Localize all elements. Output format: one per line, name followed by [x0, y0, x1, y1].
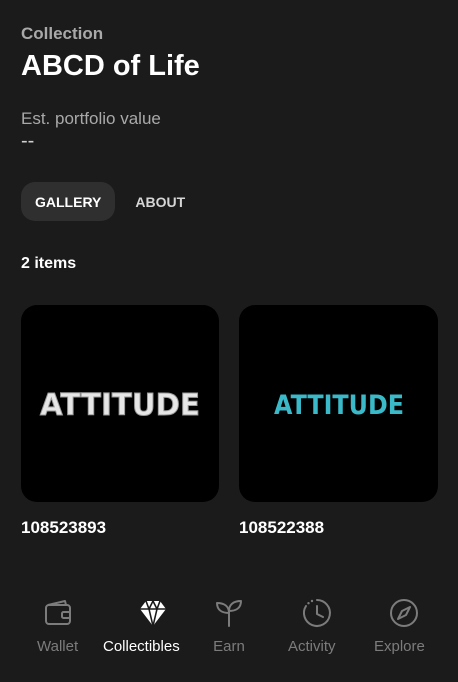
- nav-label-activity: Activity: [288, 638, 336, 655]
- attitude-artwork-white: ATTITUDE: [40, 387, 201, 423]
- nav-explore[interactable]: Explore: [374, 596, 425, 655]
- nav-label-wallet: Wallet: [37, 638, 79, 655]
- bottom-navigation: Wallet Collectibles Earn Activity Explor…: [0, 596, 458, 682]
- tab-about[interactable]: ABOUT: [121, 182, 199, 221]
- portfolio-value-label: Est. portfolio value: [21, 109, 161, 128]
- nav-wallet[interactable]: Wallet: [37, 596, 78, 655]
- tab-gallery[interactable]: GALLERY: [21, 182, 116, 221]
- nav-activity[interactable]: Activity: [288, 596, 336, 655]
- svg-text:ATTITUDE: ATTITUDE: [40, 388, 200, 423]
- collectible-name: 108522388: [239, 518, 325, 537]
- collection-title: ABCD of Life: [21, 50, 200, 82]
- nav-label-earn: Earn: [213, 638, 245, 655]
- sprout-icon: [216, 600, 242, 627]
- collection-tabs: GALLERY ABOUT: [21, 182, 199, 221]
- collectible-card[interactable]: ATTITUDE 108522388: [239, 305, 438, 537]
- portfolio-value: --: [21, 130, 35, 152]
- nav-label-explore: Explore: [374, 638, 425, 655]
- collectible-card[interactable]: ATTITUDE 108523893: [21, 305, 219, 537]
- collectible-name: 108523893: [21, 518, 107, 537]
- items-count: 2 items: [21, 255, 77, 272]
- nav-label-collectibles: Collectibles: [103, 638, 180, 655]
- svg-text:ATTITUDE: ATTITUDE: [274, 390, 404, 421]
- collectible-image[interactable]: ATTITUDE: [239, 305, 438, 502]
- clock-icon: [302, 599, 331, 627]
- diamond-icon: [140, 600, 167, 627]
- nav-earn[interactable]: Earn: [212, 596, 246, 655]
- nav-collectibles[interactable]: Collectibles: [103, 596, 180, 655]
- wallet-icon: [44, 600, 71, 625]
- collection-label: Collection: [21, 24, 104, 43]
- collectible-image[interactable]: ATTITUDE: [21, 305, 219, 502]
- attitude-artwork-cyan: ATTITUDE: [274, 390, 404, 421]
- compass-icon: [389, 599, 418, 627]
